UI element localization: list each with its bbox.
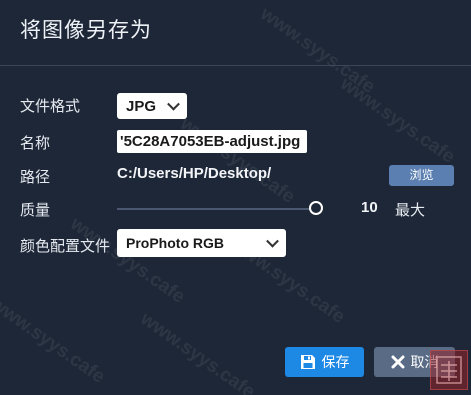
save-button-label: 保存	[321, 355, 350, 371]
format-label: 文件格式	[20, 97, 81, 115]
format-select[interactable]: JPG	[117, 93, 187, 119]
save-button[interactable]: 保存	[285, 347, 364, 377]
quality-slider-thumb[interactable]	[309, 201, 323, 215]
watermark: www.syys.cafe	[0, 293, 109, 388]
watermark: www.syys.cafe	[176, 113, 299, 208]
dialog-title: 将图像另存为	[20, 18, 152, 42]
chevron-down-icon	[266, 234, 279, 248]
format-select-value: JPG	[126, 97, 157, 115]
path-value: C:/Users/HP/Desktop/	[117, 165, 272, 182]
watermark: www.syys.cafe	[256, 3, 379, 98]
watermark: www.syys.cafe	[336, 73, 459, 168]
profile-label: 颜色配置文件	[20, 237, 111, 255]
quality-slider-track[interactable]	[117, 208, 314, 210]
watermark: www.syys.cafe	[66, 213, 189, 308]
title-divider	[0, 65, 471, 66]
watermark: www.syys.cafe	[136, 308, 259, 395]
quality-value: 10	[361, 199, 378, 216]
filename-input[interactable]: '5C28A7053EB-adjust.jpg	[117, 130, 307, 153]
quality-slider-fill	[117, 208, 314, 210]
watermark-stamp	[430, 350, 468, 390]
profile-select-value: ProPhoto RGB	[126, 235, 224, 251]
chevron-down-icon	[167, 97, 180, 111]
quality-label: 质量	[20, 201, 51, 219]
browse-button[interactable]: 浏览	[389, 165, 454, 186]
path-label: 路径	[20, 168, 51, 186]
name-label: 名称	[20, 134, 51, 152]
floppy-disk-icon	[300, 354, 316, 370]
close-x-icon	[391, 355, 405, 369]
save-image-dialog: www.syys.cafe www.syys.cafe www.syys.caf…	[0, 0, 471, 395]
quality-max-label: 最大	[395, 201, 426, 219]
profile-select[interactable]: ProPhoto RGB	[117, 229, 286, 257]
